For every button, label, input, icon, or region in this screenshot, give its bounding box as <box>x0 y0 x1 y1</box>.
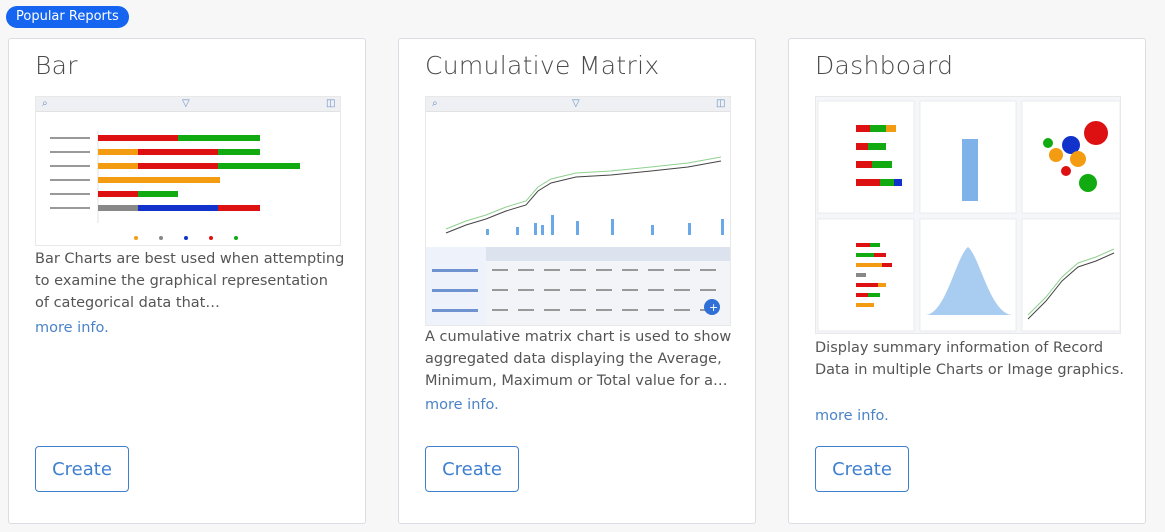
card-description: Display summary information of Record Da… <box>815 340 1124 378</box>
matrix-table-preview: + <box>426 247 730 325</box>
report-card-dashboard: Dashboard Display summary information of… <box>788 38 1146 524</box>
filter-icon: ▽ <box>572 98 580 109</box>
more-info-link[interactable]: more info. <box>35 320 109 336</box>
bar-chart-preview <box>50 131 300 240</box>
card-title: Bar <box>35 51 78 80</box>
report-card-cumulative-matrix: Cumulative Matrix ⌕ ▽ ◫ + A cumulative m… <box>398 38 756 524</box>
dashboard-thumbnail <box>815 96 1121 334</box>
search-icon: ⌕ <box>432 98 438 109</box>
create-dashboard-button[interactable]: Create <box>815 446 909 492</box>
card-title: Cumulative Matrix <box>425 51 660 80</box>
card-description: A cumulative matrix chart is used to sho… <box>425 329 732 389</box>
columns-icon: ◫ <box>716 98 726 109</box>
search-icon: ⌕ <box>42 98 48 109</box>
card-title: Dashboard <box>815 51 954 80</box>
cumulative-line-preview <box>445 156 724 235</box>
cumulative-matrix-thumbnail: ⌕ ▽ ◫ + <box>425 96 731 326</box>
columns-icon: ◫ <box>326 98 336 109</box>
more-info-link[interactable]: more info. <box>815 408 889 424</box>
report-card-bar: Bar ⌕ ▽ ◫ Bar Charts are best used when … <box>8 38 366 524</box>
create-cumulative-matrix-button[interactable]: Create <box>425 446 519 492</box>
svg-text:+: + <box>709 301 718 314</box>
dashboard-preview <box>816 97 1120 333</box>
create-bar-button[interactable]: Create <box>35 446 129 492</box>
bar-chart-thumbnail: ⌕ ▽ ◫ <box>35 96 341 246</box>
filter-icon: ▽ <box>182 98 190 109</box>
popular-reports-badge: Popular Reports <box>6 6 129 28</box>
more-info-link[interactable]: more info. <box>425 397 499 413</box>
card-description: Bar Charts are best used when attempting… <box>35 251 345 311</box>
